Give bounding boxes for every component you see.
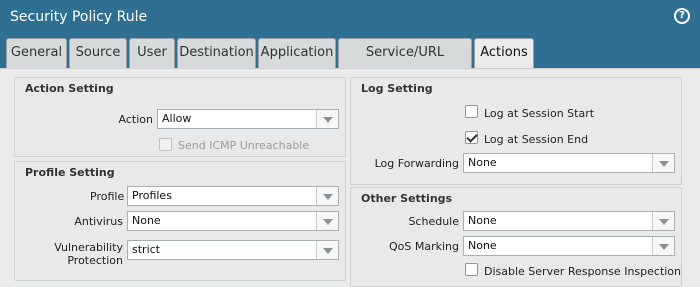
qos-marking-value: None xyxy=(468,239,497,252)
antivirus-select[interactable]: None xyxy=(127,211,339,231)
help-icon[interactable]: ? xyxy=(674,8,690,24)
profile-type-value: Profiles xyxy=(132,189,172,202)
antivirus-value: None xyxy=(132,214,161,227)
qos-marking-select[interactable]: None xyxy=(463,236,675,256)
tab-application[interactable]: Application xyxy=(258,38,336,68)
tab-destination[interactable]: Destination xyxy=(177,38,256,68)
log-end-label: Log at Session End xyxy=(484,133,589,146)
chevron-down-icon xyxy=(316,241,338,259)
chevron-down-icon xyxy=(652,154,674,172)
tab-source[interactable]: Source xyxy=(69,38,127,68)
profile-type-select[interactable]: Profiles xyxy=(127,186,339,206)
log-forwarding-select[interactable]: None xyxy=(463,153,675,173)
log-setting-title: Log Setting xyxy=(361,82,433,95)
action-select[interactable]: Allow xyxy=(157,109,339,129)
tab-strip: General Source User Destination Applicat… xyxy=(0,36,700,88)
chevron-down-icon xyxy=(652,212,674,230)
tab-actions[interactable]: Actions xyxy=(474,38,534,70)
action-setting-group: Action Setting Action Allow Send ICMP Un… xyxy=(14,77,346,157)
tab-service-url-category[interactable]: Service/URL Category xyxy=(338,38,472,88)
tab-general[interactable]: General xyxy=(6,38,67,68)
chevron-down-icon xyxy=(316,187,338,205)
vulnerability-value: strict xyxy=(132,243,160,256)
disable-sri-label: Disable Server Response Inspection xyxy=(484,265,682,278)
profile-setting-title: Profile Setting xyxy=(25,166,115,179)
window-title: Security Policy Rule xyxy=(10,9,148,25)
log-start-checkbox[interactable] xyxy=(465,105,478,118)
log-forwarding-label: Log Forwarding xyxy=(374,157,459,170)
other-settings-group: Other Settings Schedule None QoS Marking… xyxy=(350,187,682,287)
tab-content: Action Setting Action Allow Send ICMP Un… xyxy=(0,68,700,287)
title-bar: Security Policy Rule ? xyxy=(0,0,700,36)
schedule-select[interactable]: None xyxy=(463,211,675,231)
chevron-down-icon xyxy=(652,237,674,255)
chevron-down-icon xyxy=(316,212,338,230)
log-start-label: Log at Session Start xyxy=(484,107,595,120)
vulnerability-label-line1: Vulnerability xyxy=(54,241,123,254)
action-value: Allow xyxy=(162,112,192,125)
vulnerability-label-line2: Protection xyxy=(67,254,123,267)
vulnerability-select[interactable]: strict xyxy=(127,240,339,260)
log-setting-group: Log Setting Log at Session Start Log at … xyxy=(350,77,682,185)
action-label: Action xyxy=(118,113,153,126)
tab-user[interactable]: User xyxy=(129,38,175,68)
antivirus-label: Antivirus xyxy=(74,215,123,228)
other-settings-title: Other Settings xyxy=(361,192,453,205)
send-icmp-checkbox[interactable] xyxy=(159,138,172,151)
schedule-value: None xyxy=(468,214,497,227)
log-end-checkbox[interactable] xyxy=(465,131,478,144)
qos-marking-label: QoS Marking xyxy=(388,240,459,253)
action-setting-title: Action Setting xyxy=(25,82,114,95)
chevron-down-icon xyxy=(316,110,338,128)
profile-setting-group: Profile Setting Profile Type Profiles An… xyxy=(14,161,346,281)
send-icmp-label: Send ICMP Unreachable xyxy=(178,139,310,152)
log-forwarding-value: None xyxy=(468,156,497,169)
schedule-label: Schedule xyxy=(408,215,459,228)
disable-sri-checkbox[interactable] xyxy=(465,263,478,276)
